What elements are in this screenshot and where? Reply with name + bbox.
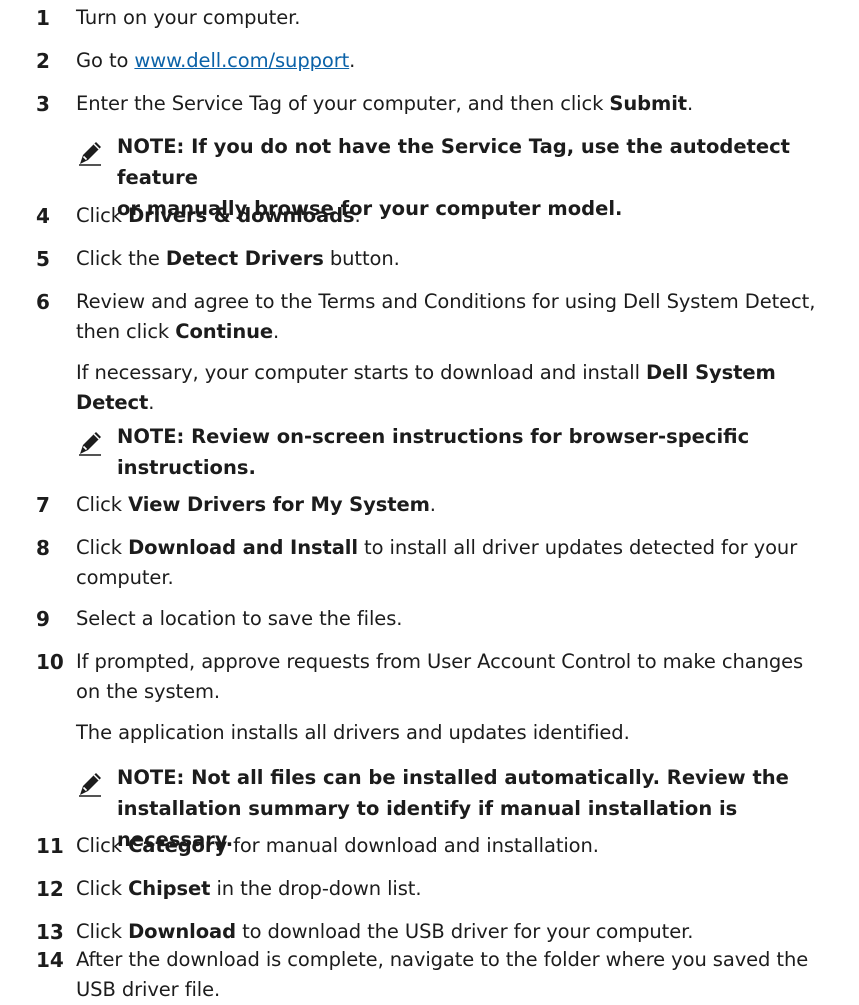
step-number: 6 [36,290,50,314]
step-text: Click Category for manual download and i… [76,834,599,857]
step-text: Turn on your computer. [76,6,301,29]
pencil-note-icon [79,773,101,797]
step-number: 14 [36,948,64,972]
step-number: 2 [36,49,50,73]
note-browser-instructions: NOTE: Review on-screen instructions for … [117,425,750,479]
dell-support-link[interactable]: www.dell.com/support [134,49,349,72]
step-text: Enter the Service Tag of your computer, … [76,92,694,115]
instructions-document: 1 Turn on your computer. 2 Go to www.del… [0,0,859,1001]
step-text: Click View Drivers for My System. [76,493,436,516]
step-text: Click Chipset in the drop-down list. [76,877,422,900]
step-text: Click the Detect Drivers button. [76,247,400,270]
step-10-detail: The application installs all drivers and… [76,721,630,744]
step-number: 12 [36,877,64,901]
step-text: Go to www.dell.com/support. [76,49,356,72]
step-number: 1 [36,6,50,30]
step-text: Select a location to save the files. [76,607,403,630]
step-number: 7 [36,493,50,517]
step-text: If prompted, approve requests from User … [76,650,804,703]
step-6-detail: If necessary, your computer starts to do… [76,361,776,414]
step-number: 9 [36,607,50,631]
step-number: 5 [36,247,50,271]
step-number: 3 [36,92,50,116]
step-text: Click Drivers & downloads. [76,204,361,227]
step-number: 4 [36,204,50,228]
step-number: 11 [36,834,64,858]
step-text: Click Download to download the USB drive… [76,920,694,943]
step-number: 10 [36,650,64,674]
pencil-note-icon [79,432,101,456]
step-text: Review and agree to the Terms and Condit… [76,290,816,343]
pencil-note-icon [79,142,101,166]
step-text: After the download is complete, navigate… [76,948,809,1001]
step-number: 13 [36,920,64,944]
step-number: 8 [36,536,50,560]
step-text: Click Download and Install to install al… [76,536,798,589]
